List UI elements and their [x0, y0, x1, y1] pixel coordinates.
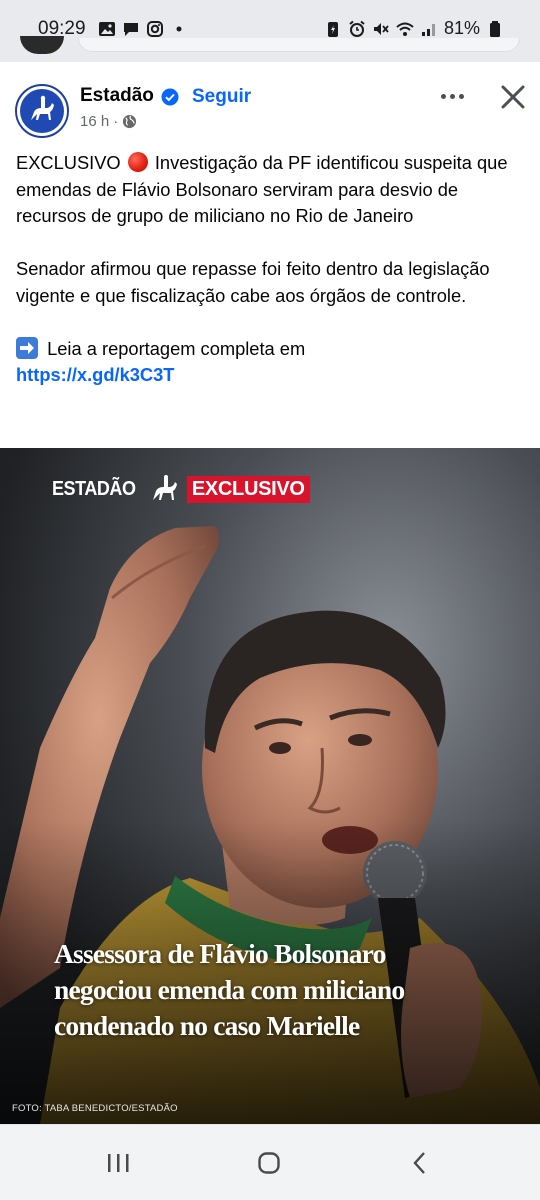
headline-line: Assessora de Flávio Bolsonaro [54, 938, 386, 969]
back-button[interactable] [400, 1147, 440, 1179]
headline-line: negociou emenda com miliciano [54, 974, 405, 1005]
battery-saver-icon [327, 21, 338, 37]
alarm-icon [349, 20, 365, 37]
previous-comment-input[interactable] [78, 38, 520, 52]
headline-line: condenado no caso Marielle [54, 1010, 360, 1041]
instagram-icon [147, 21, 163, 37]
battery-percent: 81% [443, 18, 480, 38]
system-nav-bar [0, 1124, 540, 1200]
post-photo[interactable]: ESTADÃO EXCLUSIVO Assessora de Flávio Bo… [0, 448, 540, 1124]
gallery-icon [99, 22, 115, 36]
exclusive-label: EXCLUSIVO [16, 152, 121, 173]
meta-separator: · [113, 113, 119, 130]
home-button[interactable] [249, 1147, 289, 1179]
post-text: EXCLUSIVO Investigação da PF identificou… [16, 150, 526, 389]
verified-badge-icon [161, 88, 179, 106]
image-headline: Assessora de Flávio Bolsonaro negociou e… [54, 936, 494, 1044]
horseman-logo-icon [152, 475, 177, 500]
dot [449, 93, 455, 99]
page-name[interactable]: Estadão [80, 85, 154, 107]
battery-icon [490, 20, 500, 37]
post-timestamp[interactable]: 16 h [80, 113, 109, 130]
chat-bubble-icon [124, 23, 138, 36]
post-meta: 16 h · [80, 113, 137, 130]
follow-button[interactable]: Seguir [184, 84, 259, 110]
status-bar: 09:29 81% [0, 0, 540, 62]
dot-icon [176, 26, 182, 32]
back-icon [413, 1152, 425, 1174]
dot [440, 93, 446, 99]
notification-icons [98, 20, 188, 38]
post-card: Estadão Seguir 16 h · EXCLUSIVO Investig… [0, 62, 540, 1124]
image-brand-bar: ESTADÃO EXCLUSIVO [52, 474, 310, 504]
more-options-button[interactable] [434, 82, 470, 110]
exclusive-badge: EXCLUSIVO [186, 475, 310, 503]
image-brand-label: ESTADÃO [52, 477, 136, 500]
post-paragraph: EXCLUSIVO Investigação da PF identificou… [16, 150, 526, 230]
post-paragraph: Senador afirmou que repasse foi feito de… [16, 258, 490, 306]
recent-apps-icon [108, 1154, 129, 1172]
dot [458, 93, 464, 99]
post-paragraph: https://x.gd/k3C3T [16, 362, 526, 389]
recent-apps-button[interactable] [98, 1147, 138, 1179]
wifi-icon [396, 22, 414, 36]
right-arrow-emoji-icon [16, 336, 38, 359]
article-link[interactable]: https://x.gd/k3C3T [16, 364, 174, 385]
signal-icon [421, 23, 435, 36]
previous-post-avatar [20, 36, 64, 54]
photo-credit: FOTO: TABA BENEDICTO/ESTADÃO [12, 1103, 178, 1114]
red-circle-emoji-icon [127, 152, 148, 172]
post-paragraph: Leia a reportagem completa em [16, 336, 526, 363]
page-avatar[interactable] [15, 84, 69, 138]
globe-icon [123, 114, 137, 129]
system-icons: 81% [324, 18, 504, 39]
home-icon [258, 1152, 280, 1174]
horseman-logo-icon [20, 89, 64, 133]
close-icon[interactable] [496, 80, 530, 114]
mute-icon [373, 22, 389, 35]
read-more-text: Leia a reportagem completa em [47, 337, 306, 359]
